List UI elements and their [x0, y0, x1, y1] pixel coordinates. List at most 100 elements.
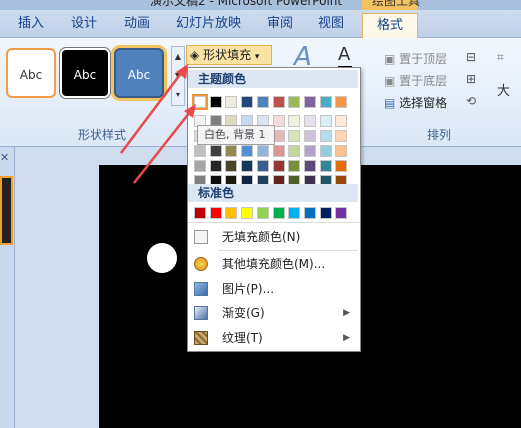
align-icon[interactable]: ⊟ [466, 50, 476, 64]
theme-color-swatch[interactable] [273, 96, 285, 108]
tab-review[interactable]: 审阅 [267, 14, 293, 34]
theme-shade-swatch[interactable] [304, 115, 316, 127]
slide-thumbnail[interactable] [0, 176, 13, 245]
tab-design[interactable]: 设计 [71, 14, 97, 34]
theme-shade-swatch[interactable] [273, 160, 285, 172]
send-to-back-button[interactable]: ▣ 置于底层 [384, 72, 447, 89]
crop-icon[interactable]: ⌗ [497, 50, 504, 65]
submenu-arrow-icon: ▶ [343, 308, 350, 318]
menu-item-picture[interactable]: 图片(P)... [188, 277, 358, 301]
submenu-arrow-icon: ▶ [343, 333, 350, 343]
gallery-more-icon[interactable]: ▾ [172, 85, 184, 104]
theme-shade-swatch[interactable] [320, 130, 332, 142]
theme-shade-swatch[interactable] [288, 160, 300, 172]
theme-shade-swatch[interactable] [304, 145, 316, 157]
theme-shade-swatch[interactable] [257, 160, 269, 172]
standard-color-swatch[interactable] [225, 207, 237, 219]
no-fill-icon [194, 230, 208, 244]
theme-color-swatch[interactable] [335, 96, 347, 108]
theme-shade-swatch[interactable] [335, 160, 347, 172]
theme-color-swatch[interactable] [241, 96, 253, 108]
menu-separator [218, 250, 358, 251]
standard-color-swatch[interactable] [257, 207, 269, 219]
group-label-arrange: 排列 [427, 128, 452, 142]
standard-color-swatch[interactable] [194, 207, 206, 219]
drawing-tools-label: 绘图工具 [372, 0, 421, 8]
selection-pane-button[interactable]: ▤ 选择窗格 [384, 94, 447, 111]
menu-item-more-colors[interactable]: 其他填充颜色(M)... [188, 252, 358, 276]
menu-item-texture[interactable]: 纹理(T) ▶ [188, 326, 358, 350]
standard-color-swatch[interactable] [304, 207, 316, 219]
standard-color-swatch[interactable] [241, 207, 253, 219]
shape-fill-button[interactable]: ◈ 形状填充 ▾ [186, 45, 272, 65]
menu-separator [188, 222, 360, 223]
menu-item-gradient[interactable]: 渐变(G) ▶ [188, 301, 358, 325]
texture-icon [194, 331, 208, 345]
theme-color-swatch[interactable] [304, 96, 316, 108]
standard-color-swatch[interactable] [335, 207, 347, 219]
shape-style-blue[interactable]: Abc [114, 48, 164, 98]
chevron-down-icon: ▾ [254, 52, 260, 62]
style-gallery-scroll[interactable]: ▲ ▼ ▾ [171, 46, 185, 106]
theme-shade-swatch[interactable] [241, 145, 253, 157]
theme-shade-swatch[interactable] [335, 145, 347, 157]
standard-color-swatch[interactable] [210, 207, 222, 219]
tab-view[interactable]: 视图 [318, 14, 344, 34]
tab-format[interactable]: 格式 [362, 13, 418, 38]
text-fill-icon[interactable]: A [338, 44, 350, 65]
theme-shade-swatch[interactable] [257, 145, 269, 157]
gradient-icon [194, 306, 208, 320]
scroll-down-icon[interactable]: ▼ [172, 66, 184, 85]
theme-shade-swatch[interactable] [273, 145, 285, 157]
theme-shade-swatch[interactable] [210, 145, 222, 157]
theme-color-swatch[interactable] [288, 96, 300, 108]
standard-colors-header: 标准色 [188, 184, 358, 202]
theme-shade-swatch[interactable] [241, 160, 253, 172]
tab-insert[interactable]: 插入 [18, 14, 44, 34]
shape-fill-label: 形状填充 [203, 48, 252, 62]
bring-to-front-button[interactable]: ▣ 置于顶层 [384, 50, 447, 67]
menu-item-no-fill[interactable]: 无填充颜色(N) [188, 225, 358, 249]
theme-shade-swatch[interactable] [194, 145, 206, 157]
paint-bucket-icon: ◈ [190, 48, 200, 62]
theme-shade-swatch[interactable] [304, 160, 316, 172]
theme-shade-swatch[interactable] [288, 130, 300, 142]
send-to-back-icon: ▣ [384, 74, 396, 88]
theme-shade-swatch[interactable] [335, 130, 347, 142]
close-icon[interactable]: ✕ [0, 151, 10, 165]
theme-shade-swatch[interactable] [304, 130, 316, 142]
theme-shade-swatch[interactable] [320, 145, 332, 157]
theme-shade-swatch[interactable] [320, 160, 332, 172]
bring-to-front-icon: ▣ [384, 52, 396, 66]
theme-color-swatch[interactable] [192, 94, 208, 110]
selected-circle-shape[interactable] [147, 243, 177, 273]
shape-style-black[interactable]: Abc [60, 48, 110, 98]
theme-shade-swatch[interactable] [288, 145, 300, 157]
theme-shade-swatch[interactable] [194, 160, 206, 172]
standard-color-swatch[interactable] [320, 207, 332, 219]
theme-color-swatch[interactable] [225, 96, 237, 108]
theme-shade-swatch[interactable] [288, 115, 300, 127]
size-group-partial: 大 [497, 84, 511, 99]
group-icon[interactable]: ⊞ [466, 72, 476, 86]
scroll-up-icon[interactable]: ▲ [172, 47, 184, 66]
standard-color-swatch[interactable] [273, 207, 285, 219]
window-title: 演示文稿2 - Microsoft PowerPoint [150, 0, 343, 8]
rotate-icon[interactable]: ⟲ [466, 94, 476, 108]
selection-pane-icon: ▤ [384, 96, 396, 110]
tab-animations[interactable]: 动画 [124, 14, 150, 34]
picture-icon [194, 282, 208, 296]
theme-color-swatch[interactable] [320, 96, 332, 108]
theme-shade-swatch[interactable] [320, 115, 332, 127]
color-tooltip: 白色, 背景 1 [197, 125, 275, 145]
theme-shade-swatch[interactable] [210, 160, 222, 172]
theme-shade-swatch[interactable] [335, 115, 347, 127]
theme-shade-swatch[interactable] [225, 160, 237, 172]
theme-color-swatch[interactable] [210, 96, 222, 108]
theme-color-swatch[interactable] [257, 96, 269, 108]
standard-color-swatch[interactable] [288, 207, 300, 219]
tab-slide-show[interactable]: 幻灯片放映 [176, 14, 241, 34]
theme-shade-swatch[interactable] [225, 145, 237, 157]
shape-style-white[interactable]: Abc [6, 48, 56, 98]
group-label-shape-styles: 形状样式 [78, 128, 127, 142]
